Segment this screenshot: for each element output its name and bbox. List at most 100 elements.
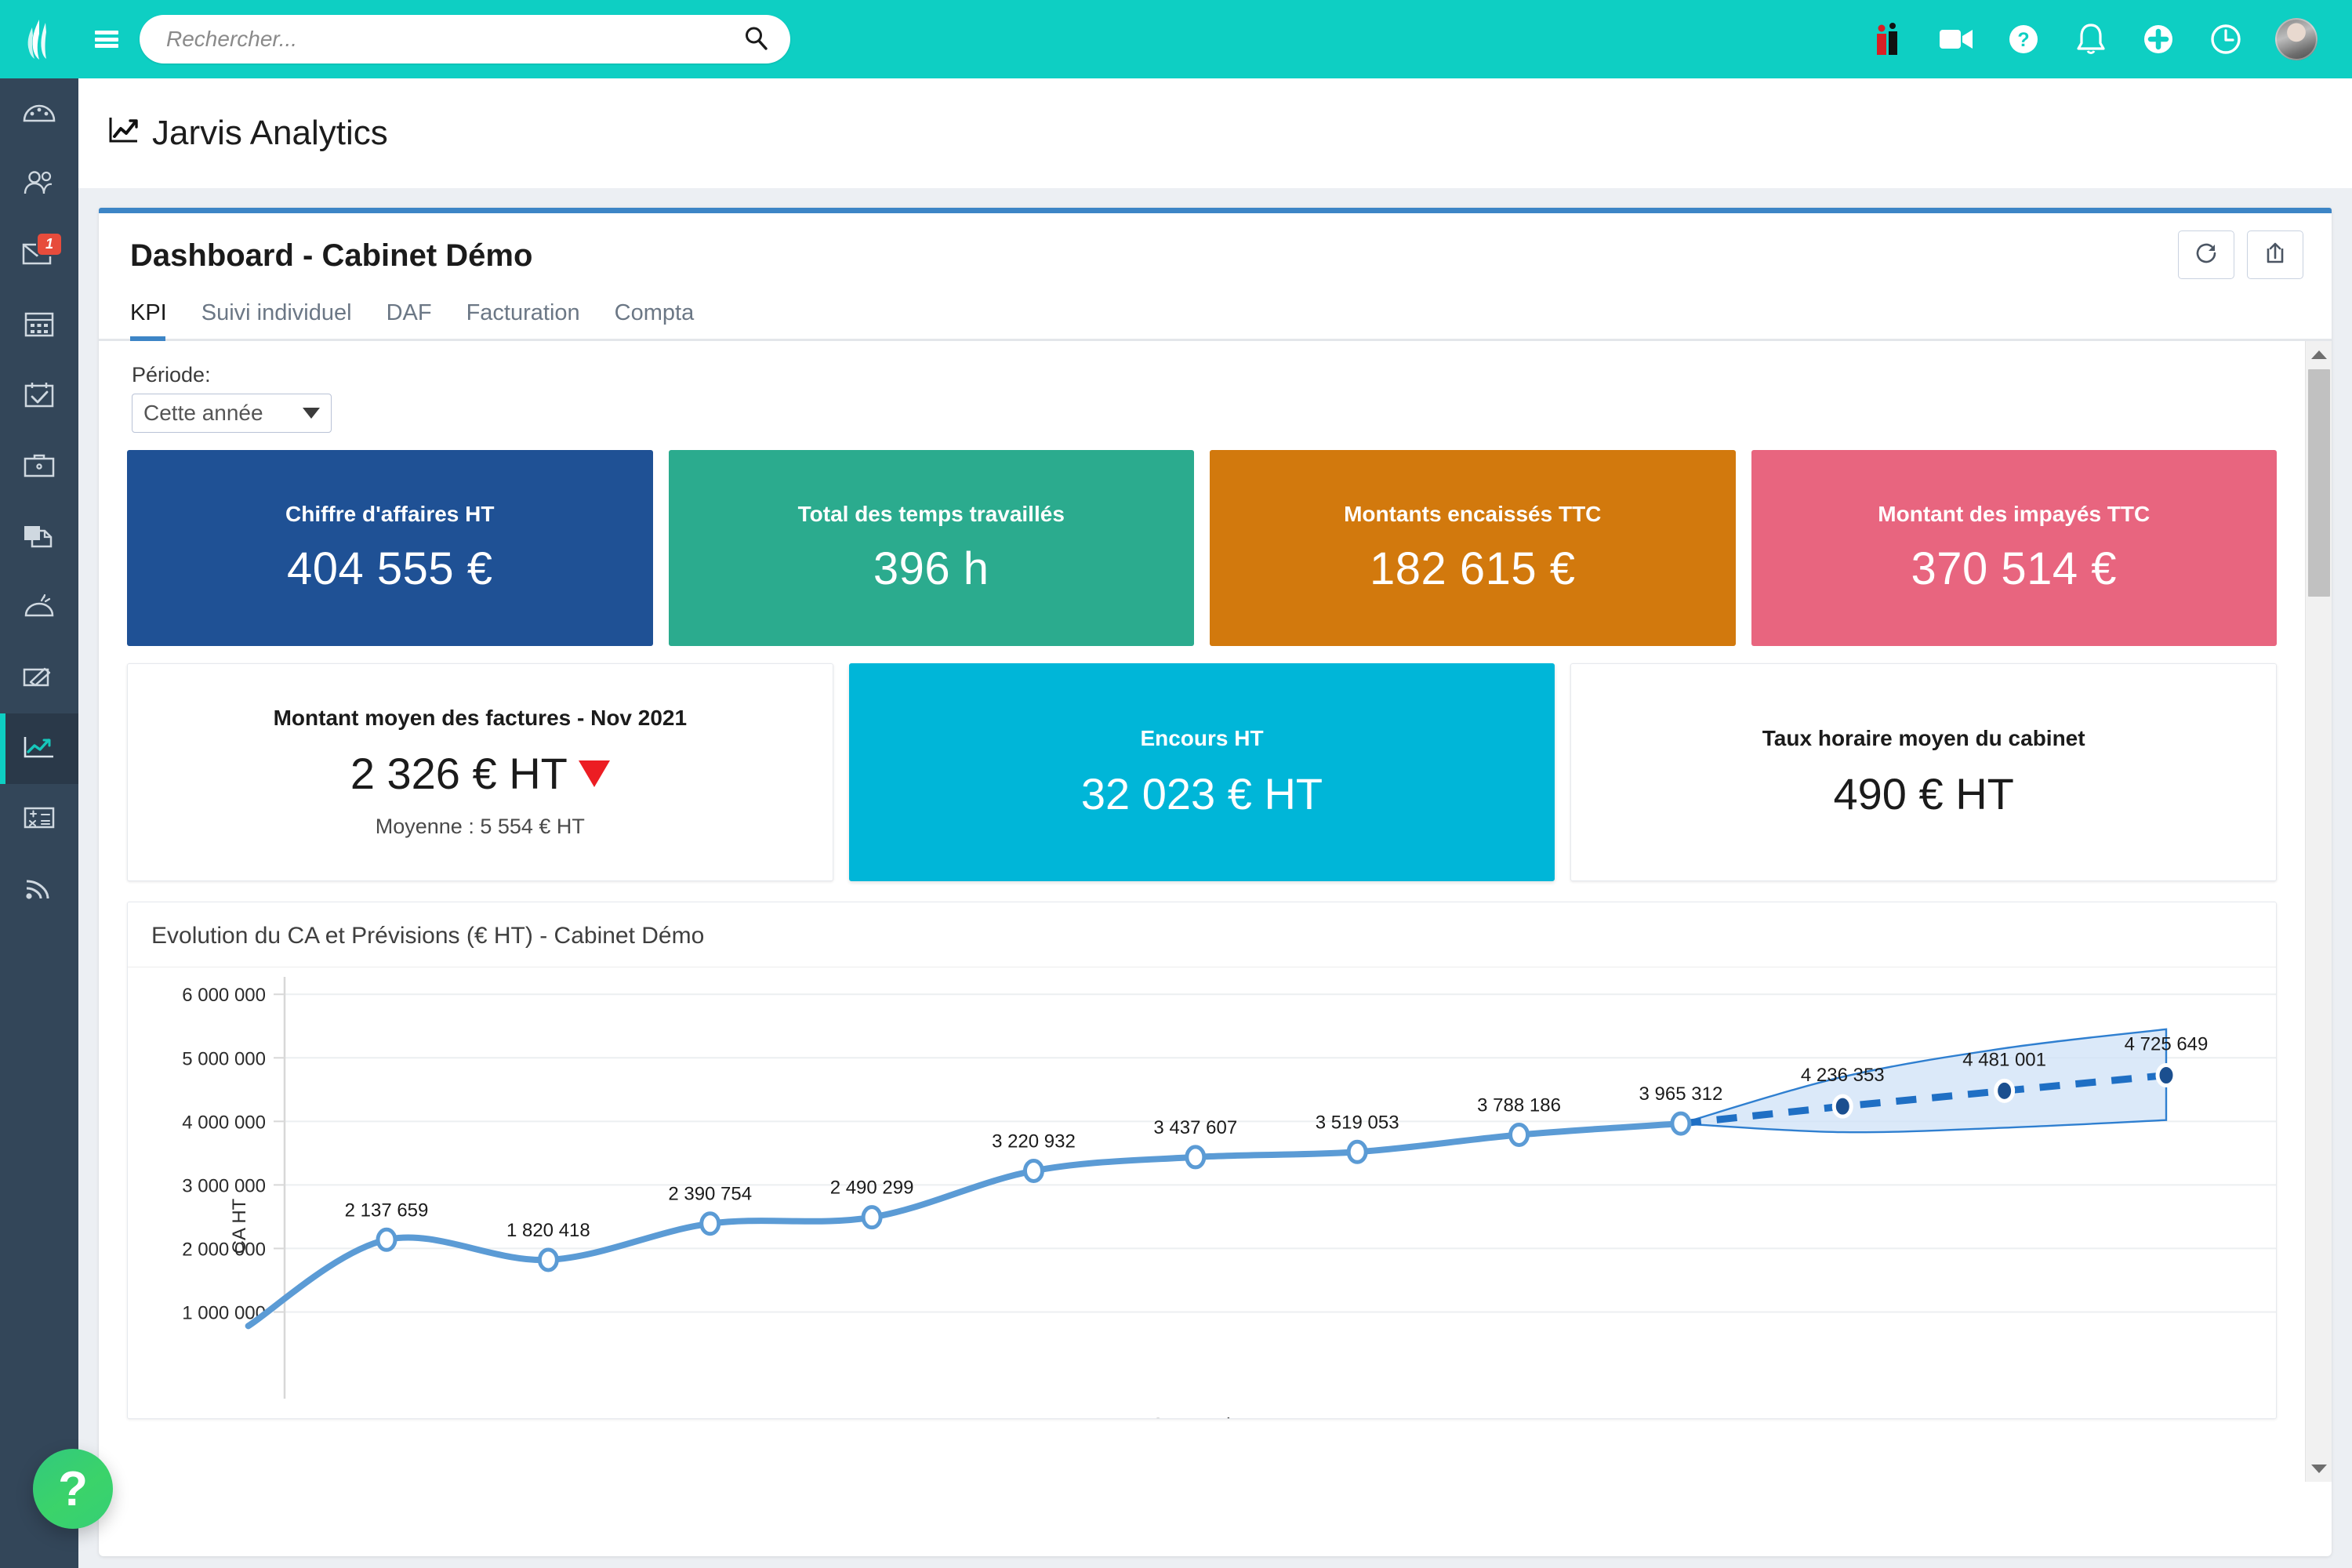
y-axis-title: CA HT	[229, 1198, 250, 1254]
edit-note-icon	[23, 665, 56, 692]
forecast-point-label: 4 236 353	[1801, 1065, 1885, 1086]
tab-kpi[interactable]: KPI	[130, 300, 184, 341]
tab-daf[interactable]: DAF	[369, 300, 449, 339]
tab-facturation[interactable]: Facturation	[449, 300, 597, 339]
kpi-label: Montant des impayés TTC	[1878, 501, 2151, 526]
panel-title: Dashboard - Cabinet Démo	[130, 238, 533, 273]
data-point-marker[interactable]	[1670, 1111, 1692, 1136]
dashboard-gauge-icon	[23, 100, 56, 128]
panel-header: Dashboard - Cabinet Démo	[99, 213, 2332, 279]
kpi-value: 396 h	[873, 543, 989, 594]
data-point-marker[interactable]	[537, 1247, 559, 1272]
sidebar-item-notes[interactable]	[0, 643, 78, 713]
analytics-chart-icon	[23, 735, 56, 763]
data-point-label: 3 519 053	[1316, 1112, 1399, 1133]
sidebar-item-analytics[interactable]	[0, 713, 78, 784]
refresh-button[interactable]	[2178, 230, 2234, 279]
forecast-point-marker[interactable]	[2155, 1063, 2177, 1088]
help-circle-icon[interactable]: ?	[2005, 21, 2042, 57]
scroll-thumb[interactable]	[2308, 369, 2330, 597]
sidebar-item-dashboard[interactable]	[0, 78, 78, 149]
kpi-row-secondary: Montant moyen des factures - Nov 2021 2 …	[99, 663, 2305, 881]
line-chart-icon	[108, 114, 141, 153]
data-point-marker[interactable]	[1022, 1158, 1044, 1183]
panel-vertical-scrollbar[interactable]	[2305, 341, 2332, 1482]
evolution-ca-line-chart[interactable]: 6 000 000 5 000 000 4 000 000 3 000 000 2 00…	[128, 967, 2277, 1406]
tab-suivi-individuel[interactable]: Suivi individuel	[184, 300, 369, 339]
tab-compta[interactable]: Compta	[597, 300, 712, 339]
left-navigation-rail: 1	[0, 78, 78, 1568]
period-filter: Période: Cette année	[99, 341, 2305, 433]
data-point-marker[interactable]	[1508, 1122, 1530, 1147]
data-point-marker[interactable]	[376, 1227, 397, 1252]
topbar-icon-group: ?	[1871, 18, 2352, 60]
chart-plot-area[interactable]: 6 000 000 5 000 000 4 000 000 3 000 000 2 00…	[128, 967, 2277, 1418]
kpi-label: Encours HT	[1140, 725, 1264, 750]
forecast-point-marker[interactable]	[1831, 1094, 1853, 1119]
search-icon[interactable]	[743, 25, 768, 54]
data-point-marker[interactable]	[1185, 1145, 1207, 1170]
historic-line	[245, 1120, 1684, 1330]
sidebar-item-calculator[interactable]	[0, 784, 78, 855]
people-red-black-icon[interactable]	[1871, 21, 1907, 57]
bell-notification-icon[interactable]	[2073, 21, 2109, 57]
forecast-point-label: 4 481 001	[1962, 1049, 2046, 1070]
data-point-marker[interactable]	[861, 1205, 883, 1230]
video-camera-icon[interactable]	[1938, 21, 1974, 57]
data-point-label: 3 437 607	[1153, 1117, 1237, 1138]
forecast-point-marker[interactable]	[1994, 1078, 2016, 1103]
leaf-logo-icon[interactable]	[0, 0, 78, 78]
plus-circle-icon[interactable]	[2140, 21, 2176, 57]
kpi-card-temps-travailles[interactable]: Total des temps travaillés 396 h	[668, 450, 1194, 646]
kpi-value: 404 555 €	[286, 543, 493, 594]
calculator-icon	[24, 806, 55, 833]
y-axis-tick-label: 6 000 000	[182, 985, 266, 1006]
data-point-marker[interactable]	[1346, 1139, 1368, 1164]
hamburger-menu-icon[interactable]	[78, 28, 135, 51]
y-axis-tick-label: 3 000 000	[182, 1175, 266, 1196]
user-avatar[interactable]	[2275, 18, 2318, 60]
sidebar-item-rss[interactable]	[0, 855, 78, 925]
help-fab-button[interactable]: ?	[33, 1449, 113, 1529]
kpi-value: 182 615 €	[1369, 543, 1576, 594]
kpi-card-montants-encaisses[interactable]: Montants encaissés TTC 182 615 €	[1210, 450, 1736, 646]
data-point-label: 2 137 659	[345, 1200, 429, 1221]
y-axis-tick-label: 4 000 000	[182, 1112, 266, 1133]
sidebar-item-briefcase[interactable]	[0, 431, 78, 502]
chart-title: Evolution du CA et Prévisions (€ HT) - C…	[128, 902, 2276, 967]
briefcase-icon	[24, 452, 55, 481]
kpi-value: 32 023 € HT	[1080, 768, 1323, 818]
kpi-card-impayes[interactable]: Montant des impayés TTC 370 514 €	[1751, 450, 2277, 646]
scanner-icon	[23, 593, 56, 622]
data-point-label: 1 820 418	[506, 1220, 590, 1241]
kpi-label: Montants encaissés TTC	[1344, 501, 1602, 526]
y-axis-tick-label: 5 000 000	[182, 1048, 266, 1069]
data-point-marker[interactable]	[699, 1211, 721, 1236]
sidebar-item-scanner[interactable]	[0, 572, 78, 643]
sidebar-item-documents[interactable]	[0, 502, 78, 572]
period-select[interactable]: Cette année	[132, 394, 332, 433]
page-title-text: Jarvis Analytics	[152, 114, 388, 152]
kpi-value: 2 326 € HT	[350, 749, 568, 798]
scroll-up-button[interactable]	[2306, 341, 2332, 368]
kpi-card-taux-horaire[interactable]: Taux horaire moyen du cabinet 490 € HT	[1570, 663, 2278, 881]
clock-icon[interactable]	[2208, 21, 2244, 57]
kpi-card-encours[interactable]: Encours HT 32 023 € HT	[848, 663, 1555, 881]
sidebar-item-calendar[interactable]	[0, 290, 78, 361]
search-box[interactable]	[140, 15, 790, 64]
chevron-down-icon	[303, 408, 320, 419]
kpi-card-chiffre-affaires[interactable]: Chiffre d'affaires HT 404 555 €	[127, 450, 653, 646]
forecast-point-label: 4 725 649	[2125, 1034, 2209, 1055]
calendar-grid-icon	[24, 310, 54, 341]
scroll-down-button[interactable]	[2306, 1455, 2332, 1482]
chart-card: Evolution du CA et Prévisions (€ HT) - C…	[127, 902, 2277, 1419]
export-share-button[interactable]	[2247, 230, 2303, 279]
sidebar-item-mail[interactable]: 1	[0, 220, 78, 290]
search-input[interactable]	[165, 26, 743, 53]
kpi-card-montant-moyen-factures[interactable]: Montant moyen des factures - Nov 2021 2 …	[127, 663, 833, 881]
sidebar-item-contacts[interactable]	[0, 149, 78, 220]
data-point-label: 3 965 312	[1639, 1083, 1723, 1105]
page-header: Jarvis Analytics	[78, 78, 2352, 188]
sidebar-item-tasks[interactable]	[0, 361, 78, 431]
rss-feed-icon	[24, 876, 54, 905]
